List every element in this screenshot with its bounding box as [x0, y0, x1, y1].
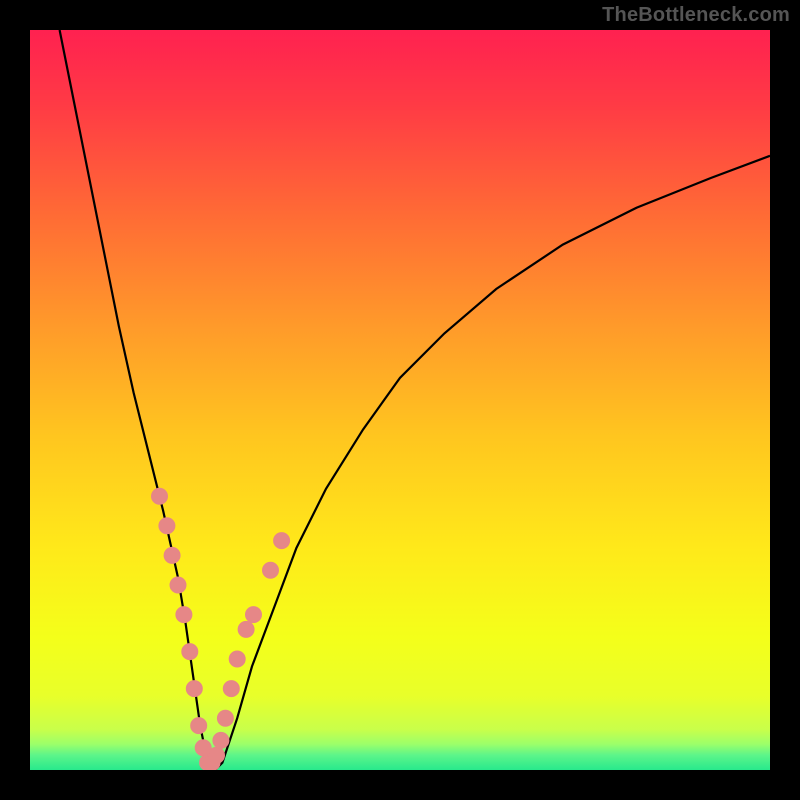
marker-dot — [186, 681, 202, 697]
chart-frame: TheBottleneck.com — [0, 0, 800, 800]
watermark-text: TheBottleneck.com — [602, 4, 790, 27]
marker-dot — [159, 518, 175, 534]
marker-dot — [223, 681, 239, 697]
marker-dot — [263, 562, 279, 578]
marker-dot — [217, 710, 233, 726]
marker-dot — [152, 488, 168, 504]
marker-dot — [182, 644, 198, 660]
marker-dot — [209, 747, 225, 763]
marker-dot — [238, 621, 254, 637]
marker-dot — [213, 732, 229, 748]
marker-dot — [170, 577, 186, 593]
marker-dot — [164, 547, 180, 563]
plot-area — [30, 30, 770, 770]
marker-dot — [246, 607, 262, 623]
marker-dot — [191, 718, 207, 734]
marker-dot — [274, 533, 290, 549]
curve-layer — [30, 30, 770, 770]
bottleneck-curve — [60, 30, 770, 770]
marker-group — [152, 488, 290, 770]
marker-dot — [176, 607, 192, 623]
marker-dot — [229, 651, 245, 667]
